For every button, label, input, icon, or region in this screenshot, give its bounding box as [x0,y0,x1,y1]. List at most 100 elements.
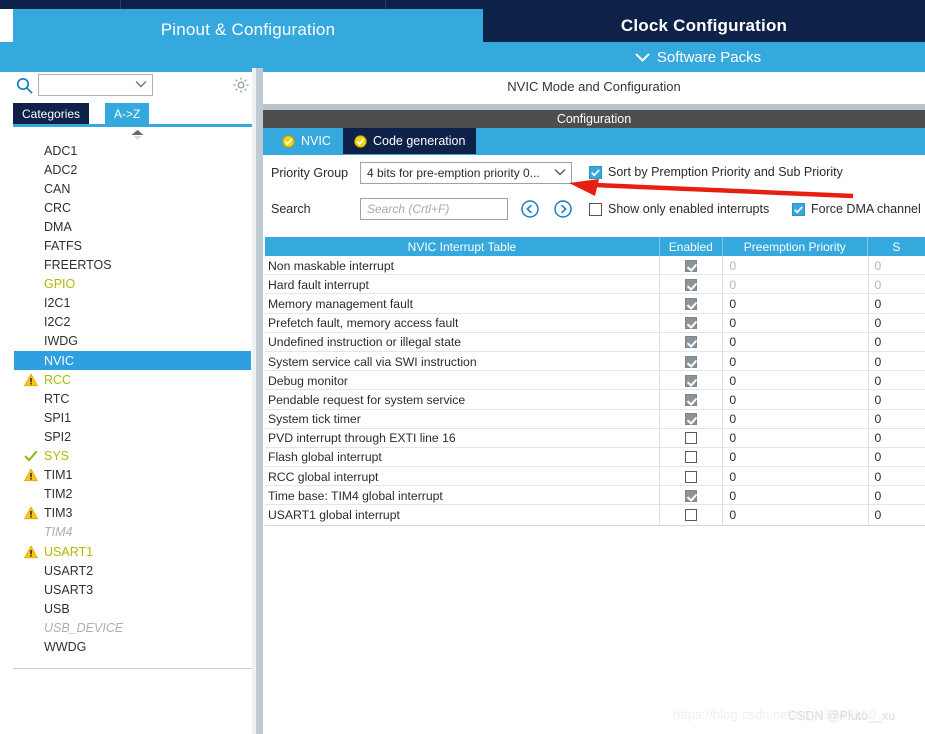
table-row[interactable]: Flash global interrupt 0 0 [265,447,925,468]
category-search-combobox[interactable] [38,74,153,96]
checkbox-checked-icon[interactable] [792,202,805,216]
preemption-priority-cell[interactable]: 0 [722,256,867,276]
column-header-name[interactable]: NVIC Interrupt Table [265,237,660,256]
checkbox-checked-icon[interactable] [685,355,698,368]
search-previous-icon[interactable] [521,200,539,218]
sub-priority-cell[interactable]: 0 [867,505,925,525]
checkbox-checked-icon[interactable] [685,393,698,406]
enabled-cell[interactable] [659,256,722,276]
tree-item-freertos[interactable]: FREERTOS [14,256,251,275]
tree-item-adc2[interactable]: ADC2 [14,160,251,179]
tree-item-gpio[interactable]: GPIO [14,275,251,294]
preemption-priority-cell[interactable]: 0 [722,313,867,333]
table-row[interactable]: PVD interrupt through EXTI line 16 0 0 [265,428,925,448]
tree-item-can[interactable]: CAN [14,179,251,198]
sub-priority-cell[interactable]: 0 [867,313,925,333]
sub-priority-cell[interactable]: 0 [867,409,925,429]
tree-item-nvic[interactable]: NVIC [14,351,251,371]
preemption-priority-cell[interactable]: 0 [722,428,867,448]
tree-item-adc1[interactable]: ADC1 [14,141,251,160]
table-row[interactable]: Undefined instruction or illegal state 0 0 [265,332,925,352]
table-row[interactable]: Time base: TIM4 global interrupt 0 0 [265,486,925,506]
checkbox-unchecked-icon[interactable] [685,470,698,483]
table-row[interactable]: System tick timer 0 0 [265,409,925,429]
tree-item-usb[interactable]: USB [14,599,251,618]
checkbox-checked-icon[interactable] [685,374,698,387]
tree-item-wwdg[interactable]: WWDG [14,637,251,656]
table-row[interactable]: Prefetch fault, memory access fault 0 0 [265,313,925,333]
checkbox-checked-icon[interactable] [685,278,698,291]
preemption-priority-cell[interactable]: 0 [722,332,867,352]
column-header-enabled[interactable]: Enabled [660,237,723,256]
sort-by-preemption-checkbox-row[interactable]: Sort by Premption Priority and Sub Prior… [589,165,843,179]
checkbox-checked-icon[interactable] [685,336,698,349]
enabled-cell[interactable] [659,275,722,295]
tree-item-spi1[interactable]: SPI1 [14,408,251,427]
table-row[interactable]: Hard fault interrupt 0 0 [265,275,925,295]
tree-item-tim1[interactable]: TIM1 [14,466,251,485]
gear-icon[interactable] [232,76,250,94]
sub-priority-cell[interactable]: 0 [867,332,925,352]
tree-item-usart3[interactable]: USART3 [14,580,251,599]
preemption-priority-cell[interactable]: 0 [722,294,867,314]
enabled-cell[interactable] [659,390,722,410]
enabled-cell[interactable] [659,428,722,448]
checkbox-unchecked-icon[interactable] [685,451,698,464]
sub-priority-cell[interactable]: 0 [867,467,925,487]
preemption-priority-cell[interactable]: 0 [722,275,867,295]
tree-item-tim2[interactable]: TIM2 [14,485,251,504]
preemption-priority-cell[interactable]: 0 [722,447,867,468]
table-row[interactable]: Non maskable interrupt 0 0 [265,256,925,276]
sub-priority-cell[interactable]: 0 [867,275,925,295]
tree-item-rcc[interactable]: RCC [14,370,251,389]
panel-splitter[interactable] [252,68,263,734]
enabled-cell[interactable] [659,486,722,506]
software-packs-menu[interactable]: Software Packs [473,42,923,72]
tree-item-crc[interactable]: CRC [14,198,251,217]
table-row[interactable]: Memory management fault 0 0 [265,294,925,314]
tab-clock-configuration[interactable]: Clock Configuration [483,9,925,42]
tree-item-dma[interactable]: DMA [14,217,251,236]
search-next-icon[interactable] [554,200,572,218]
sub-priority-cell[interactable]: 0 [867,390,925,410]
table-row[interactable]: Debug monitor 0 0 [265,371,925,391]
tree-item-usart1[interactable]: USART1 [14,542,251,561]
tree-item-fatfs[interactable]: FATFS [14,236,251,255]
tree-item-sys[interactable]: SYS [14,447,251,466]
enabled-cell[interactable] [659,313,722,333]
table-row[interactable]: Pendable request for system service 0 0 [265,390,925,410]
checkbox-checked-icon[interactable] [685,259,698,272]
enabled-cell[interactable] [659,371,722,391]
enabled-cell[interactable] [659,505,722,525]
tree-item-usb_device[interactable]: USB_DEVICE [14,618,251,637]
enabled-cell[interactable] [659,332,722,352]
checkbox-checked-icon[interactable] [685,413,698,426]
nvic-search-input[interactable]: Search (Crtl+F) [360,198,508,220]
preemption-priority-cell[interactable]: 0 [722,505,867,525]
tree-item-i2c2[interactable]: I2C2 [14,313,251,332]
table-row[interactable]: RCC global interrupt 0 0 [265,467,925,487]
preemption-priority-cell[interactable]: 0 [722,486,867,506]
force-dma-channel-checkbox-row[interactable]: Force DMA channel [792,202,921,216]
subtab-a-to-z[interactable]: A->Z [105,103,150,124]
scroll-up-icon[interactable] [128,128,147,140]
sub-priority-cell[interactable]: 0 [867,447,925,468]
show-only-enabled-checkbox-row[interactable]: Show only enabled interrupts [589,202,769,216]
tree-item-spi2[interactable]: SPI2 [14,427,251,446]
checkbox-checked-icon[interactable] [589,165,602,179]
table-row[interactable]: USART1 global interrupt 0 0 [265,505,925,525]
preemption-priority-cell[interactable]: 0 [722,390,867,410]
preemption-priority-cell[interactable]: 0 [722,371,867,391]
priority-group-select[interactable]: 4 bits for pre-emption priority 0... [360,162,572,184]
enabled-cell[interactable] [659,447,722,468]
sub-priority-cell[interactable]: 0 [867,428,925,448]
preemption-priority-cell[interactable]: 0 [722,467,867,487]
checkbox-checked-icon[interactable] [685,297,698,310]
splitter-handle[interactable] [256,68,263,734]
tree-item-usart2[interactable]: USART2 [14,561,251,580]
sub-priority-cell[interactable]: 0 [867,294,925,314]
tab-pinout-configuration[interactable]: Pinout & Configuration [13,9,483,51]
tab-nvic[interactable]: NVIC [271,128,342,154]
enabled-cell[interactable] [659,409,722,429]
checkbox-unchecked-icon[interactable] [685,432,698,445]
